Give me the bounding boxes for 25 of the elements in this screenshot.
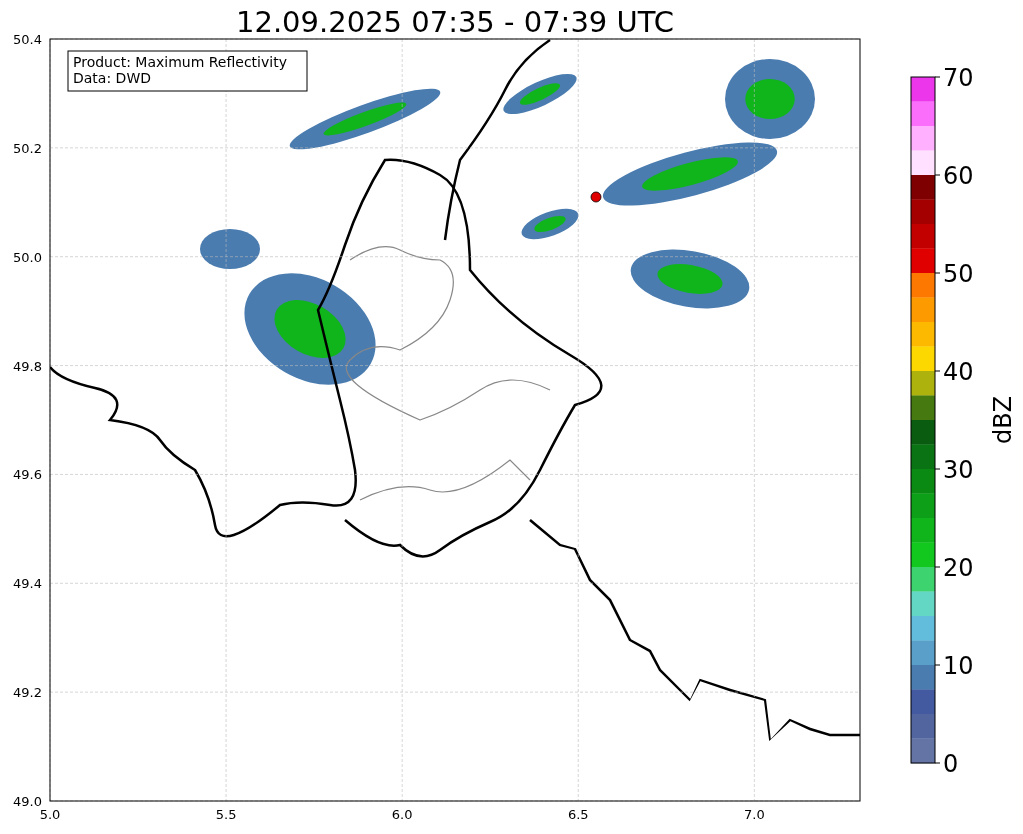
y-tick-label: 49.8	[13, 358, 42, 374]
y-tick-label: 49.6	[13, 467, 42, 483]
x-tick-label: 5.5	[215, 807, 237, 822]
x-tick-label: 5.0	[39, 807, 61, 822]
colorbar-tick-label: 70	[943, 64, 974, 92]
y-tick-label: 49.2	[13, 685, 42, 701]
chart-title: 12.09.2025 07:35 - 07:39 UTC	[236, 5, 674, 39]
colorbar-tick-label: 20	[943, 554, 974, 582]
legend-text: Product: Maximum Reflectivity	[73, 54, 287, 70]
y-tick-label: 49.0	[13, 794, 42, 809]
colorbar-tick-label: 30	[943, 456, 974, 484]
colorbar-tick-label: 50	[943, 260, 974, 288]
x-tick-label: 7.0	[744, 807, 765, 822]
y-tick-label: 49.4	[13, 576, 42, 592]
x-tick-label: 6.5	[567, 807, 589, 822]
legend-text: Data: DWD	[73, 70, 151, 86]
y-tick-label: 50.4	[13, 32, 42, 47]
colorbar-tick-label: 60	[943, 162, 974, 190]
x-tick-label: 6.0	[391, 807, 413, 822]
colorbar-tick-label: 10	[943, 652, 974, 680]
colorbar-tick-label: 40	[943, 358, 974, 386]
y-tick-label: 50.2	[13, 140, 42, 156]
colorbar-label: dBZ	[989, 395, 1017, 445]
y-tick-label: 50.0	[13, 249, 42, 265]
colorbar-tick-label: 0	[943, 750, 959, 778]
